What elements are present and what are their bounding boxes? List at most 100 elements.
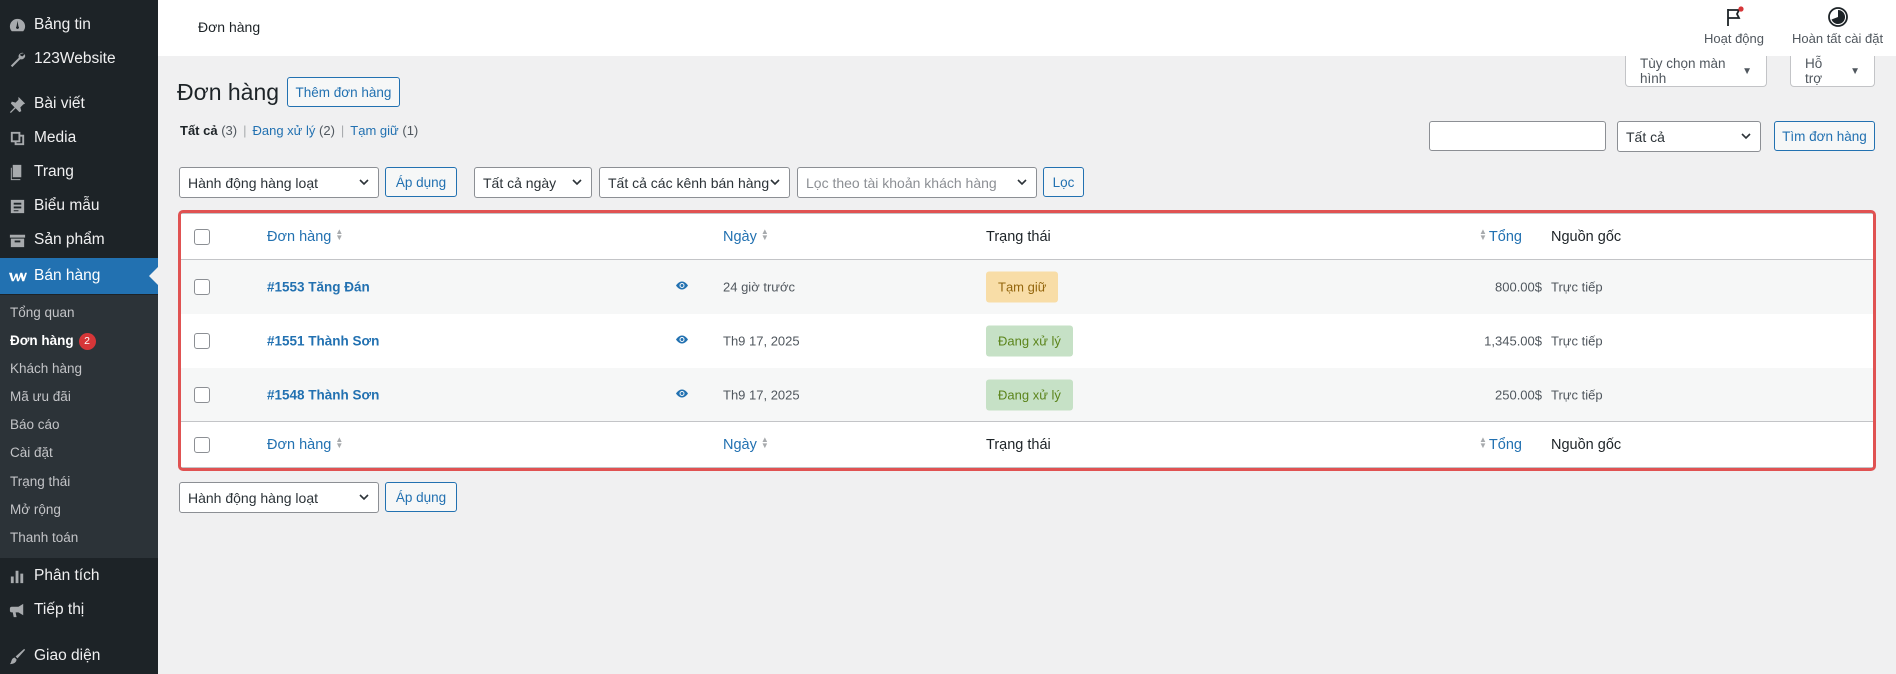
column-header-total[interactable]: ▲ ▼ Tổng (1479, 227, 1522, 245)
order-origin: Trực tiếp (1551, 387, 1603, 403)
row-checkbox[interactable] (194, 333, 210, 349)
chevron-down-icon (572, 179, 582, 186)
preview-eye-icon[interactable] (675, 387, 689, 404)
submenu-item-orders[interactable]: Đơn hàng 2 (10, 333, 96, 350)
order-total: 250.00$ (1495, 387, 1542, 403)
view-label: Tạm giữ (350, 123, 399, 138)
media-icon (0, 129, 34, 148)
submenu-item-status[interactable]: Trạng thái (10, 474, 70, 489)
order-link[interactable]: #1548 Thành Sơn (267, 388, 379, 403)
header-page-label: Đơn hàng (198, 19, 261, 35)
order-link[interactable]: #1551 Thành Sơn (267, 334, 379, 349)
status-badge: Tạm giữ (986, 271, 1059, 303)
sort-icon: ▲ ▼ (335, 434, 344, 450)
order-date: 24 giờ trước (723, 279, 795, 295)
preview-eye-icon[interactable] (675, 279, 689, 296)
view-processing-link[interactable]: Đang xử lý (2) (252, 123, 334, 138)
channel-filter-select[interactable]: Tất cả các kênh bán hàng (599, 167, 790, 198)
select-all-checkbox[interactable] (194, 228, 210, 245)
table-row[interactable]: #1548 Thành Sơn Th9 17, 2025 Đang xử lý … (181, 368, 1873, 422)
column-header-date[interactable]: Ngày ▲ ▼ (723, 434, 769, 453)
column-label: Đơn hàng (267, 436, 332, 453)
column-header-date[interactable]: Ngày ▲ ▼ (723, 227, 769, 245)
pages-icon (0, 163, 34, 182)
dashboard-icon (0, 16, 34, 35)
table-row[interactable]: #1553 Tăng Đán 24 giờ trước Tạm giữ 800.… (181, 260, 1873, 314)
column-label: Tổng (1488, 436, 1522, 453)
sidebar-item-dashboard[interactable]: Bảng tin (0, 10, 158, 40)
activity-label: Hoạt động (1704, 31, 1764, 46)
row-checkbox[interactable] (194, 387, 210, 403)
chevron-down-icon (359, 494, 369, 501)
column-header-order[interactable]: Đơn hàng ▲ ▼ (267, 227, 343, 245)
status-views: Tất cả (3) | Đang xử lý (2) | Tạm giữ (1) (180, 123, 418, 138)
top-header: Đơn hàng Hoạt động Hoàn tất cài đặt (158, 0, 1896, 56)
woocommerce-icon (0, 267, 34, 286)
submenu-item-reports[interactable]: Báo cáo (10, 417, 60, 432)
sort-icon: ▲ ▼ (1479, 434, 1487, 450)
sidebar-item-forms[interactable]: Biểu mẫu (0, 191, 158, 221)
sidebar-item-posts[interactable]: Bài viết (0, 89, 158, 119)
view-all-link[interactable]: Tất cả (3) (180, 123, 237, 138)
sidebar-item-sales[interactable]: Bán hàng (0, 258, 158, 294)
column-header-origin: Nguồn gốc (1551, 228, 1622, 245)
apply-button-bottom[interactable]: Áp dụng (385, 482, 457, 512)
select-value: Tất cả (1626, 128, 1665, 145)
submenu-item-extensions[interactable]: Mở rộng (10, 502, 61, 517)
table-row[interactable]: #1551 Thành Sơn Th9 17, 2025 Đang xử lý … (181, 314, 1873, 368)
sidebar-item-analytics[interactable]: Phân tích (0, 561, 158, 591)
sidebar-item-marketing[interactable]: Tiếp thị (0, 595, 158, 625)
brush-icon (0, 647, 34, 666)
table-header-row: Đơn hàng ▲ ▼ Ngày ▲ ▼ Trạng thái ▲ ▼ Tổng Nguồ… (181, 214, 1873, 260)
sidebar-item-media[interactable]: Media (0, 123, 158, 153)
sidebar-item-appearance[interactable]: Giao diện (0, 641, 158, 671)
preview-eye-icon[interactable] (675, 333, 689, 350)
customer-filter-select[interactable]: Lọc theo tài khoản khách hàng (797, 167, 1037, 198)
activity-button[interactable]: Hoạt động (1704, 6, 1764, 46)
select-all-checkbox[interactable] (194, 436, 210, 453)
orders-table: Đơn hàng ▲ ▼ Ngày ▲ ▼ Trạng thái ▲ ▼ Tổng Nguồ… (180, 213, 1874, 468)
chevron-down-icon (1741, 133, 1751, 140)
add-order-button[interactable]: Thêm đơn hàng (287, 77, 400, 107)
screen-options-button[interactable]: Tùy chọn màn hình ▼ (1625, 56, 1767, 87)
sidebar-item-123website[interactable]: 123Website (0, 44, 158, 74)
pin-icon (0, 95, 34, 114)
sort-icon: ▲ ▼ (760, 434, 769, 450)
sidebar-item-products[interactable]: Sản phẩm (0, 225, 158, 255)
date-filter-select[interactable]: Tất cả ngày (474, 167, 592, 198)
bulk-action-select-bottom[interactable]: Hành động hàng loạt (179, 482, 379, 513)
row-checkbox[interactable] (194, 279, 210, 295)
submenu-item-settings[interactable]: Cài đặt (10, 445, 53, 460)
submenu-item-coupons[interactable]: Mã ưu đãi (10, 389, 71, 404)
submenu-item-customers[interactable]: Khách hàng (10, 361, 82, 376)
sidebar-item-label: Trang (34, 163, 74, 180)
search-orders-button[interactable]: Tìm đơn hàng (1774, 121, 1875, 151)
submenu-item-payments[interactable]: Thanh toán (10, 530, 78, 545)
view-on-hold-link[interactable]: Tạm giữ (1) (350, 123, 418, 138)
flag-icon (1727, 6, 1744, 26)
page-title: Đơn hàng (177, 79, 280, 105)
sidebar-item-label: Bảng tin (34, 16, 91, 33)
submenu-item-overview[interactable]: Tổng quan (10, 305, 75, 320)
column-header-order[interactable]: Đơn hàng ▲ ▼ (267, 434, 344, 453)
sidebar-item-label: Phân tích (34, 567, 100, 584)
search-input[interactable] (1429, 121, 1606, 151)
select-value: Hành động hàng loạt (188, 174, 318, 191)
select-value: Tất cả các kênh bán hàng (608, 174, 770, 191)
bulk-action-select[interactable]: Hành động hàng loạt (179, 167, 379, 198)
order-total: 800.00$ (1495, 279, 1542, 295)
order-link[interactable]: #1553 Tăng Đán (267, 280, 370, 295)
help-button[interactable]: Hỗ trợ ▼ (1790, 56, 1875, 87)
select-placeholder: Lọc theo tài khoản khách hàng (806, 174, 997, 191)
sales-submenu: Tổng quan Đơn hàng 2 Khách hàng Mã ưu đãi… (0, 295, 158, 558)
sidebar-item-pages[interactable]: Trang (0, 157, 158, 187)
status-badge: Đang xử lý (986, 325, 1073, 357)
finish-setup-button[interactable]: Hoàn tất cài đặt (1792, 6, 1883, 46)
separator: | (340, 123, 345, 138)
search-status-select[interactable]: Tất cả (1617, 121, 1761, 152)
filter-button[interactable]: Lọc (1043, 167, 1084, 197)
column-header-total[interactable]: ▲ ▼ Tổng (1479, 434, 1522, 453)
order-origin: Trực tiếp (1551, 333, 1603, 349)
screen-options-label: Tùy chọn màn hình (1640, 56, 1726, 86)
apply-button[interactable]: Áp dụng (385, 167, 457, 197)
